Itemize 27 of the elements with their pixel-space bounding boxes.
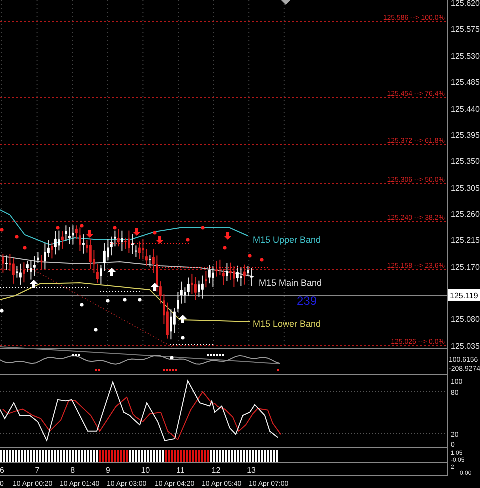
bar-number: 9 [106,466,110,475]
bar-counter: 239 [297,294,318,308]
bar-number: 6 [0,466,4,475]
price-axis-label: 125.170 [451,263,480,272]
price-axis-label: 125.440 [451,105,480,114]
band-label: M15 Upper Band [253,235,322,245]
price-axis-label: 125.350 [451,157,480,166]
current-price-label: 125.119 [448,289,480,301]
price-axis-label: 125.395 [451,131,480,140]
bar-number: 10 [141,466,150,475]
triangle-marker-icon[interactable] [281,0,291,5]
bar-number: 12 [212,466,221,475]
bar-number: 7 [35,466,40,475]
price-axis-label: 125.620 [451,0,480,8]
price-axis-label: 125.080 [451,315,480,324]
price-axis-label: 125.530 [451,52,480,61]
bar-number: 8 [70,466,76,475]
price-axis-label: 125.215 [451,236,480,245]
price-axis-label: 125.485 [451,78,480,87]
bar-number: 11 [176,466,185,475]
price-axis-label: 125.260 [451,210,480,219]
price-axis-label: 125.575 [451,25,480,34]
price-axis-label: 125.035 [451,342,480,351]
band-label: M15 Main Band [259,278,322,288]
price-axis-label: 125.305 [451,184,480,193]
bar-number: 13 [247,466,256,475]
band-label: M15 Lower Band [253,319,322,329]
